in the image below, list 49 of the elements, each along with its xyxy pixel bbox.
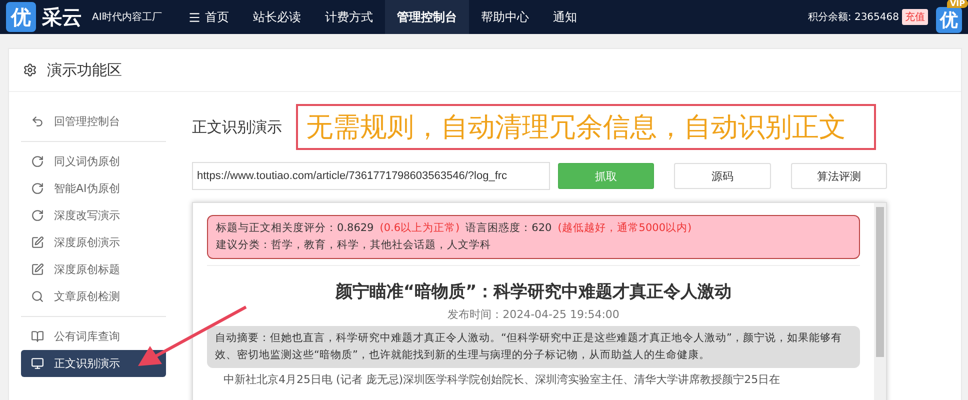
- score-text: 语言困惑度：620: [466, 221, 552, 236]
- book-icon: [31, 330, 44, 343]
- nav-item[interactable]: 帮助中心: [468, 0, 541, 34]
- sidebar-item[interactable]: 深度原创标题: [21, 256, 166, 283]
- back-arrow-icon: [31, 115, 44, 128]
- refresh-icon: [31, 209, 44, 222]
- nav-item[interactable]: 通知: [540, 0, 589, 34]
- sidebar-item[interactable]: 深度改写演示: [21, 202, 166, 229]
- scrollbar[interactable]: [874, 203, 886, 400]
- annotation-banner: 无需规则，自动清理冗余信息，自动识别正文: [296, 104, 876, 150]
- avatar[interactable]: 优: [936, 7, 962, 33]
- score-hint: (越低越好，通常5000以内): [558, 221, 692, 236]
- sidebar-item[interactable]: 正文识别演示: [21, 350, 166, 377]
- category-text: 建议分类：哲学，教育，科学，其他社会话题，人文学科: [216, 238, 492, 253]
- article-title: 颜宁瞄准“暗物质”：科学研究中难题才真正令人激动: [334, 281, 733, 303]
- nav-item[interactable]: 计费方式: [312, 0, 385, 34]
- nav-item[interactable]: 管理控制台: [384, 0, 469, 34]
- sidebar-item[interactable]: 深度原创演示: [21, 229, 166, 256]
- refresh-icon: [31, 182, 44, 195]
- section-title: 正文识别演示: [192, 118, 282, 136]
- logo-badge[interactable]: 优: [6, 2, 36, 32]
- panel-title: 演示功能区: [47, 60, 122, 80]
- menu-icon: [188, 10, 201, 24]
- points-balance: 积分余额: 2365468: [808, 10, 899, 24]
- publish-time: 发布时间：2024-04-25 19:54:00: [446, 307, 620, 322]
- search-icon: [31, 290, 44, 303]
- sidebar-item[interactable]: 回管理控制台: [21, 108, 166, 135]
- sidebar-item[interactable]: 公有词库查询: [21, 323, 166, 350]
- monitor-icon: [31, 357, 44, 370]
- sidebar-item[interactable]: 同义词伪原创: [21, 148, 166, 175]
- auto-summary: 自动摘要：但她也直言，科学研究中难题才真正令人激动。“但科学研究中正是这些难题才真正地令人激动”，颜宁说，如果能够有效、密切地监测这些“暗物质”，也许就能找到新的生理与病理的分子标记物，从而助益人的生命健康。: [207, 326, 860, 368]
- action-button[interactable]: 源码: [674, 163, 771, 189]
- action-button[interactable]: 算法评测: [790, 163, 888, 189]
- nav-item[interactable]: 首页: [176, 0, 241, 34]
- settings-icon: [23, 63, 37, 77]
- score-hint: (0.6以上为正常): [380, 221, 460, 236]
- sidebar-item[interactable]: 文章原创检测: [21, 283, 166, 310]
- article-paragraph: 中新社北京4月25日电 (记者 庞无忌)深圳医学科学院创始院长、深圳湾实验室主任、清华大学讲席教授颜宁25日在: [222, 372, 782, 387]
- nav-item[interactable]: 站长必读: [240, 0, 313, 34]
- score-text: 标题与正文相关度评分：0.8629: [216, 221, 374, 236]
- recharge-link[interactable]: 充值: [902, 9, 928, 25]
- vip-badge: VIP: [946, 0, 968, 8]
- logo-text: 采云: [42, 4, 82, 30]
- edit-icon: [31, 236, 44, 249]
- slogan: AI时代内容工厂: [92, 10, 162, 24]
- url-input[interactable]: https://www.toutiao.com/article/7361771798603563546/?log_frc: [192, 162, 550, 190]
- refresh-icon: [31, 155, 44, 168]
- sidebar-item[interactable]: 智能AI伪原创: [21, 175, 166, 202]
- edit-icon: [31, 263, 44, 276]
